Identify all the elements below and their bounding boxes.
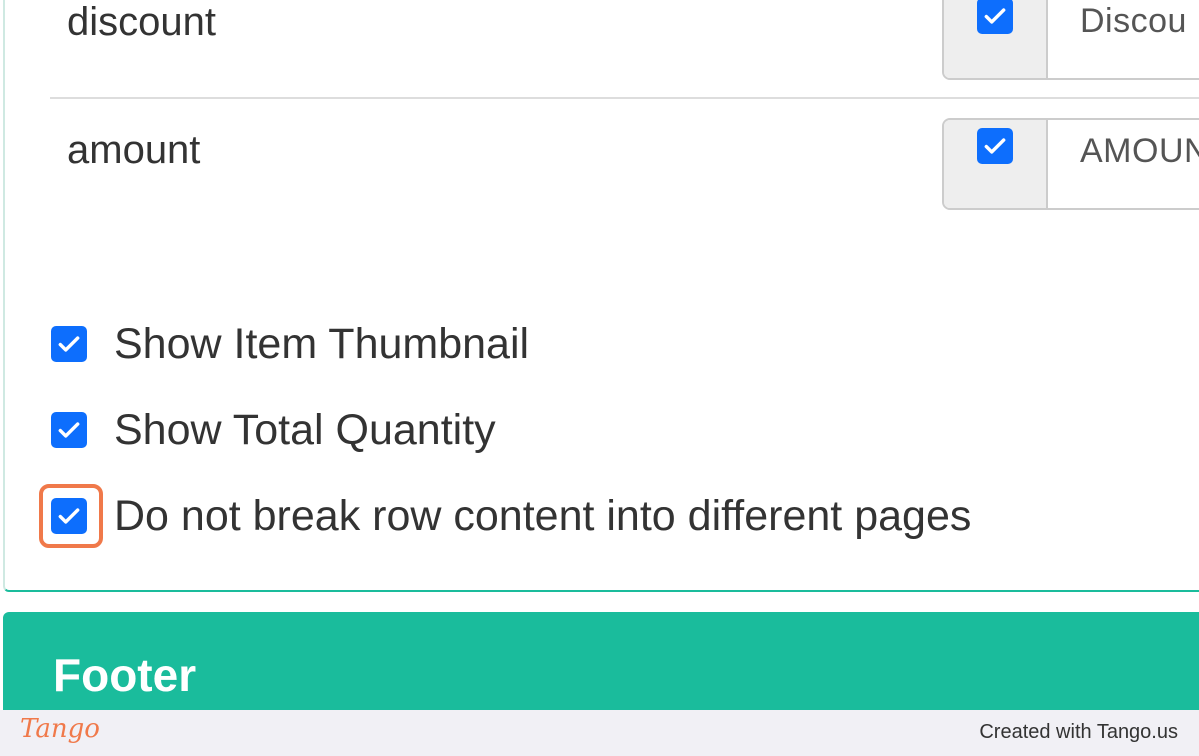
checkmark-icon [58, 336, 80, 352]
discount-field-group: Discou [942, 0, 1199, 80]
footer-section-title: Footer [53, 649, 197, 701]
do-not-break-rows-checkbox[interactable] [51, 498, 87, 534]
option-show-item-thumbnail[interactable]: Show Item Thumbnail [51, 322, 529, 366]
discount-visible-checkbox[interactable] [977, 0, 1013, 34]
amount-visible-checkbox[interactable] [977, 128, 1013, 164]
tango-credit-text: Created with Tango.us [979, 721, 1178, 743]
discount-addon [944, 0, 1048, 78]
do-not-break-rows-label[interactable]: Do not break row content into different … [114, 494, 971, 538]
page: discount Discou amount AMOUN Show Item T… [0, 0, 1199, 756]
discount-title-input[interactable]: Discou [1048, 0, 1199, 78]
show-total-quantity-checkbox[interactable] [51, 412, 87, 448]
tango-logo: Tango [20, 714, 100, 744]
checkmark-icon [984, 138, 1006, 154]
footer-section-header[interactable]: Footer [3, 612, 1199, 722]
show-item-thumbnail-label[interactable]: Show Item Thumbnail [114, 322, 529, 366]
tango-watermark-bar: Tango Created with Tango.us [0, 710, 1199, 756]
show-total-quantity-label[interactable]: Show Total Quantity [114, 408, 496, 452]
row-divider [50, 97, 1199, 99]
checkmark-icon [58, 422, 80, 438]
option-do-not-break-rows[interactable]: Do not break row content into different … [51, 494, 971, 538]
column-label-amount: amount [67, 128, 201, 172]
amount-title-input[interactable]: AMOUN [1048, 120, 1199, 208]
amount-field-group: AMOUN [942, 118, 1199, 210]
show-item-thumbnail-checkbox[interactable] [51, 326, 87, 362]
checkmark-icon [58, 508, 80, 524]
option-show-total-quantity[interactable]: Show Total Quantity [51, 408, 496, 452]
checkmark-icon [984, 8, 1006, 24]
amount-addon [944, 120, 1048, 208]
column-label-discount: discount [67, 0, 216, 44]
